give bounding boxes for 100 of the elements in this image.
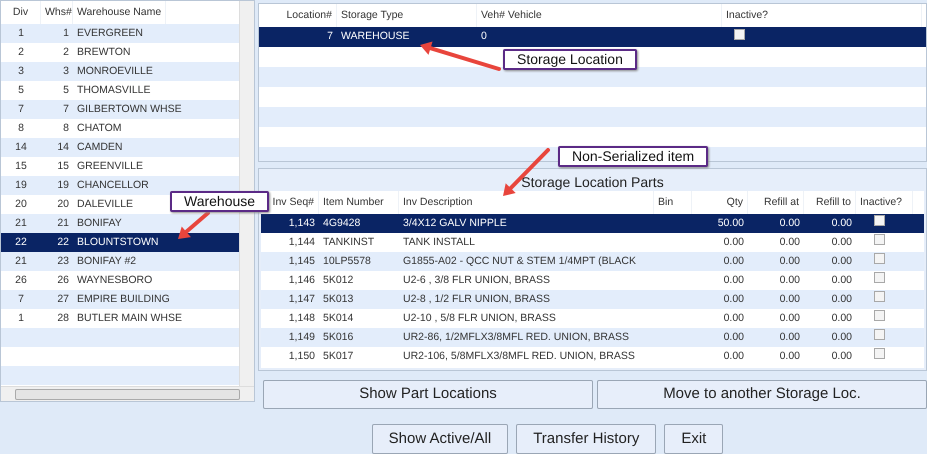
- table-cell-text: 2: [62, 44, 70, 60]
- table-cell-text: 1,143: [288, 216, 316, 231]
- table-cell-text: 1,144: [288, 234, 316, 250]
- checkbox[interactable]: [874, 348, 885, 360]
- checkbox[interactable]: [874, 234, 885, 246]
- table-cell-text: 15: [14, 158, 28, 174]
- table-cell-text: TANKINST: [322, 234, 376, 250]
- checkbox[interactable]: [874, 272, 885, 284]
- table-row[interactable]: 1,146 5K012 U2-6 , 3/8 FLR UNION, BRASS 0.00 0.00 0.00: [261, 270, 924, 290]
- table-cell-text: 1,145: [288, 254, 316, 269]
- table-cell-text: 0.00: [722, 272, 745, 288]
- table-cell-text: 19: [14, 178, 28, 193]
- table-row[interactable]: 7 WAREHOUSE 0: [259, 27, 926, 47]
- table-row[interactable]: 1,144 TANKINST TANK INSTALL 0.00 0.00 0.00: [261, 232, 924, 252]
- table-cell-text: 20: [14, 196, 28, 212]
- table-cell-text: 21: [14, 254, 28, 269]
- table-cell-text: 22: [14, 234, 28, 250]
- table-row[interactable]: 19 19 CHANCELLOR: [1, 176, 239, 195]
- table-cell-text: CAMDEN: [76, 140, 124, 155]
- table-cell-text: 0.00: [830, 272, 853, 288]
- table-cell-text: BLOUNTSTOWN: [76, 234, 160, 250]
- table-cell-text: 8: [62, 120, 70, 136]
- table-row[interactable]: 1,148 5K014 U2-10 , 5/8 FLR UNION, BRASS 0.00 0.00 0.00: [261, 308, 924, 328]
- table-cell-text: THOMASVILLE: [76, 82, 152, 98]
- table-cell-text: 5K017: [322, 348, 354, 364]
- horizontal-scrollbar[interactable]: [1, 386, 254, 401]
- table-cell-text: 5: [62, 82, 70, 98]
- table-cell-text: 1: [17, 26, 25, 41]
- table-cell-text: GILBERTOWN WHSE: [76, 102, 183, 117]
- table-row[interactable]: 2 2 BREWTON: [1, 43, 239, 62]
- table-cell-text: UR2-106, 5/8MFLX3/8MFL RED. UNION, BRASS: [402, 348, 636, 364]
- table-cell-text: 5: [17, 82, 25, 98]
- checkbox[interactable]: [874, 291, 885, 302]
- table-row[interactable]: 21 23 BONIFAY #2: [1, 252, 239, 271]
- checkbox[interactable]: [874, 329, 885, 340]
- table-cell-text: 0.00: [830, 254, 853, 269]
- table-cell-text: 50.00: [716, 216, 745, 231]
- table-cell-text: UR2-86, 1/2MFLX3/8MFL RED. UNION, BRASS: [402, 330, 630, 345]
- table-cell-text: WAYNESBORO: [76, 272, 154, 288]
- table-cell-text: 10LP5578: [322, 254, 372, 269]
- table-cell-text: 5K014: [322, 310, 354, 326]
- table-cell-text: EVERGREEN: [76, 26, 144, 41]
- checkbox[interactable]: [874, 215, 885, 226]
- callout-tooltip: Storage Location: [503, 49, 637, 70]
- action-button[interactable]: Transfer History: [516, 424, 656, 454]
- table-cell-text: 0.00: [778, 216, 801, 231]
- table-cell-text: 26: [14, 272, 28, 288]
- table-cell-text: 3: [62, 64, 70, 79]
- table-row[interactable]: 5 5 THOMASVILLE: [1, 81, 239, 100]
- table-row[interactable]: 1,143 4G9428 3/4X12 GALV NIPPLE 50.00 0.00 0.00: [261, 214, 924, 233]
- table-row[interactable]: 22 22 BLOUNTSTOWN: [1, 233, 239, 252]
- table-cell-text: 19: [56, 178, 70, 193]
- table-cell-text: 1,147: [288, 292, 316, 307]
- table-cell-text: 14: [56, 140, 70, 155]
- table-row[interactable]: 8 8 CHATOM: [1, 119, 239, 138]
- table-row[interactable]: 15 15 GREENVILLE: [1, 157, 239, 176]
- table-row[interactable]: 14 14 CAMDEN: [1, 138, 239, 157]
- arrow: [178, 211, 210, 239]
- table-row[interactable]: 1,149 5K016 UR2-86, 1/2MFLX3/8MFL RED. UNION, BRASS 0.00 0.00 0.00: [261, 328, 924, 347]
- table-cell-text: 1,148: [288, 310, 316, 326]
- checkbox[interactable]: [874, 310, 885, 322]
- table-cell-text: 0.00: [722, 234, 745, 250]
- action-button[interactable]: Move to another Storage Loc.: [597, 380, 927, 409]
- table-row[interactable]: 7 7 GILBERTOWN WHSE: [1, 100, 239, 119]
- table-cell-text: 0: [480, 29, 488, 44]
- table-cell-text: 0.00: [778, 348, 801, 364]
- table-cell-text: WAREHOUSE: [340, 29, 410, 44]
- table-cell-text: 0.00: [778, 292, 801, 307]
- table-cell-text: 7: [326, 29, 334, 44]
- table-cell-text: 1,150: [288, 348, 316, 364]
- table-cell-text: 4G9428: [322, 216, 362, 231]
- action-button[interactable]: Exit: [664, 424, 724, 454]
- table-cell-text: BONIFAY: [76, 216, 123, 231]
- table-cell-text: TANK INSTALL: [402, 234, 476, 250]
- action-button[interactable]: Show Active/All: [372, 424, 508, 454]
- table-cell-text: U2-10 , 5/8 FLR UNION, BRASS: [402, 310, 557, 326]
- table-row[interactable]: 21 21 BONIFAY: [1, 214, 239, 233]
- checkbox[interactable]: [874, 253, 885, 264]
- table-cell-text: 0.00: [830, 234, 853, 250]
- table-row[interactable]: 1,150 5K017 UR2-106, 5/8MFLX3/8MFL RED. UNION, BRASS 0.00 0.00 0.00: [261, 346, 924, 366]
- table-row[interactable]: 26 26 WAYNESBORO: [1, 271, 239, 290]
- table-cell-text: 1,149: [288, 330, 316, 345]
- table-cell-text: 1: [17, 310, 25, 326]
- table-cell-text: 0.00: [830, 330, 853, 345]
- table-row[interactable]: 7 27 EMPIRE BUILDING: [1, 290, 239, 309]
- table-cell-text: 0.00: [722, 310, 745, 326]
- action-button[interactable]: Show Part Locations: [263, 380, 593, 409]
- table-row[interactable]: 1,145 10LP5578 G1855-A02 - QCC NUT & STEM 1/4MPT (BLACK 0.00 0.00 0.00: [261, 252, 924, 271]
- table-cell-text: 21: [14, 216, 28, 231]
- table-cell-text: 5K013: [322, 292, 354, 307]
- checkbox[interactable]: [734, 28, 745, 40]
- table-cell-text: 26: [56, 272, 70, 288]
- table-cell-text: 0.00: [778, 330, 801, 345]
- table-row[interactable]: 1 1 EVERGREEN: [1, 24, 239, 43]
- table-cell-text: U2-8 , 1/2 FLR UNION, BRASS: [402, 292, 552, 307]
- table-row[interactable]: 3 3 MONROEVILLE: [1, 62, 239, 81]
- table-cell-text: 1: [62, 26, 70, 41]
- table-row[interactable]: 1 28 BUTLER MAIN WHSE: [1, 309, 239, 328]
- callout-tooltip: Non-Serialized item: [558, 146, 708, 167]
- table-row[interactable]: 1,147 5K013 U2-8 , 1/2 FLR UNION, BRASS 0.00 0.00 0.00: [261, 290, 924, 309]
